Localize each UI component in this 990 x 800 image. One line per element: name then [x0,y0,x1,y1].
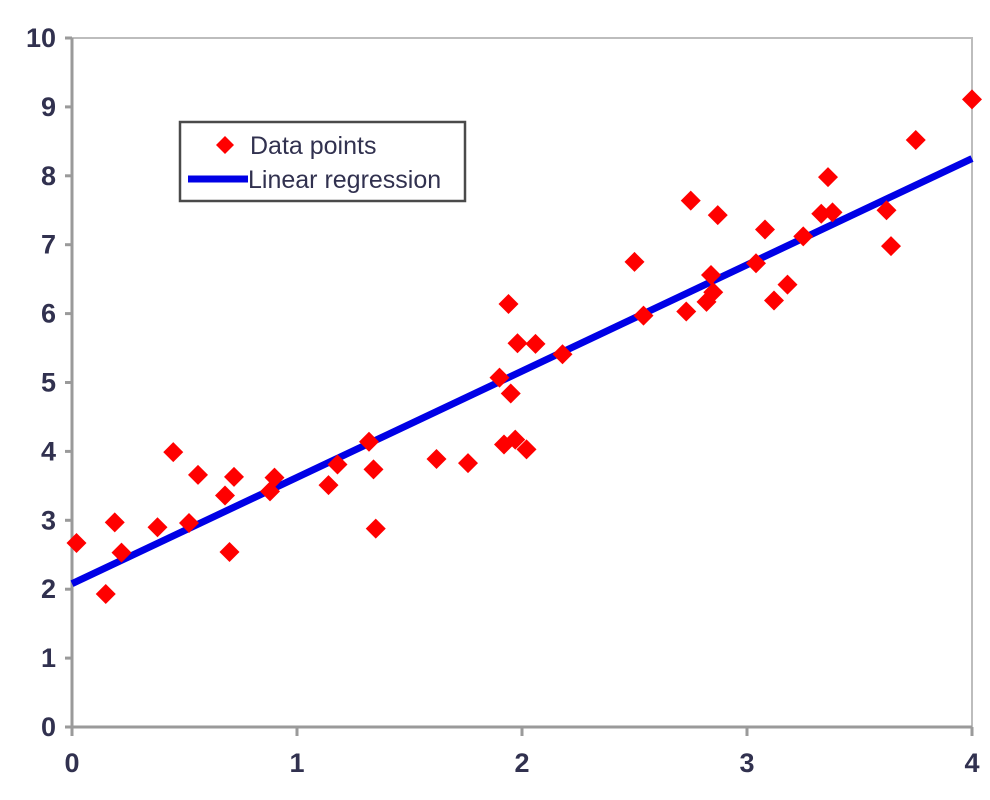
y-tick-label: 9 [41,92,56,122]
y-tick-label: 8 [41,161,56,191]
y-tick-label: 1 [41,643,56,673]
y-tick-label: 4 [41,436,56,466]
x-tick-label: 0 [64,748,79,778]
y-tick-label: 3 [41,505,56,535]
chart-background [0,0,990,800]
y-tick-label: 7 [41,230,56,260]
y-tick-label: 5 [41,368,56,398]
y-tick-label: 0 [41,712,56,742]
chart-legend[interactable]: Data points Linear regression [178,120,467,203]
y-tick-label: 6 [41,299,56,329]
chart-canvas: 0 1 2 3 4 5 6 7 8 9 10 0 1 2 3 4 Data points Linear reg… [0,0,990,800]
scatter-chart: 0 1 2 3 4 5 6 7 8 9 10 0 1 2 3 4 Data points Linear reg… [0,0,990,800]
x-tick-label: 4 [964,748,979,778]
legend-label-data-points: Data points [250,132,376,160]
y-tick-label: 10 [26,23,56,53]
x-tick-label: 2 [514,748,529,778]
y-tick-label: 2 [41,574,56,604]
x-tick-label: 3 [739,748,754,778]
legend-label-linear-regression: Linear regression [248,166,441,194]
x-tick-label: 1 [289,748,304,778]
